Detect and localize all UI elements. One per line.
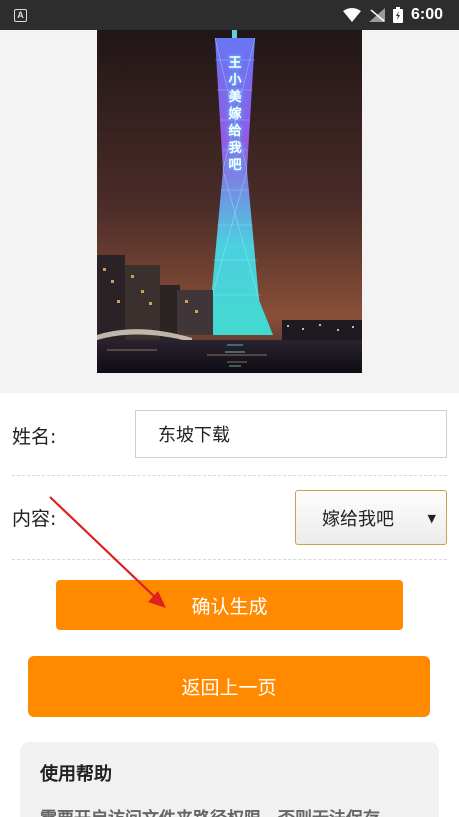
content-label: 内容:	[12, 508, 57, 530]
name-row: 姓名: 东坡下载	[12, 410, 447, 460]
tower-overlay-text: 王 小 美 嫁 给 我 吧	[224, 55, 246, 174]
tower-char: 我	[228, 141, 242, 156]
help-card: 使用帮助 需要开启访问文件夹路径权限，否则无法保存	[20, 742, 439, 817]
help-text: 需要开启访问文件夹路径权限，否则无法保存	[40, 804, 419, 817]
name-label: 姓名:	[12, 425, 57, 448]
back-button[interactable]: 返回上一页	[28, 656, 430, 717]
clock: 6:00	[410, 6, 443, 23]
battery-icon	[392, 7, 403, 23]
tower-char: 嫁	[228, 107, 242, 122]
dropdown-caret-icon: ▼	[427, 512, 436, 525]
tower-char: 吧	[228, 158, 242, 173]
content-select[interactable]: 嫁给我吧 ▼	[295, 490, 447, 545]
confirm-generate-button[interactable]: 确认生成	[56, 580, 403, 630]
divider	[12, 475, 447, 476]
name-input[interactable]: 东坡下载	[135, 410, 447, 458]
poster-preview-area: 王 小 美 嫁 给 我 吧	[0, 0, 459, 393]
wifi-icon	[342, 8, 361, 22]
canton-tower-poster: 王 小 美 嫁 给 我 吧	[97, 0, 362, 373]
tower-char: 美	[228, 90, 242, 105]
tower-char: 王	[228, 56, 242, 71]
status-bar: A 6:00	[0, 0, 459, 30]
tower-char: 给	[228, 124, 242, 139]
tower-char: 小	[228, 73, 242, 88]
notification-icon: A	[14, 8, 27, 22]
help-title: 使用帮助	[40, 764, 112, 785]
no-signal-icon	[368, 8, 385, 22]
content-select-value: 嫁给我吧	[322, 508, 394, 530]
divider	[12, 559, 447, 560]
content-row: 内容: 嫁给我吧 ▼	[12, 490, 447, 545]
